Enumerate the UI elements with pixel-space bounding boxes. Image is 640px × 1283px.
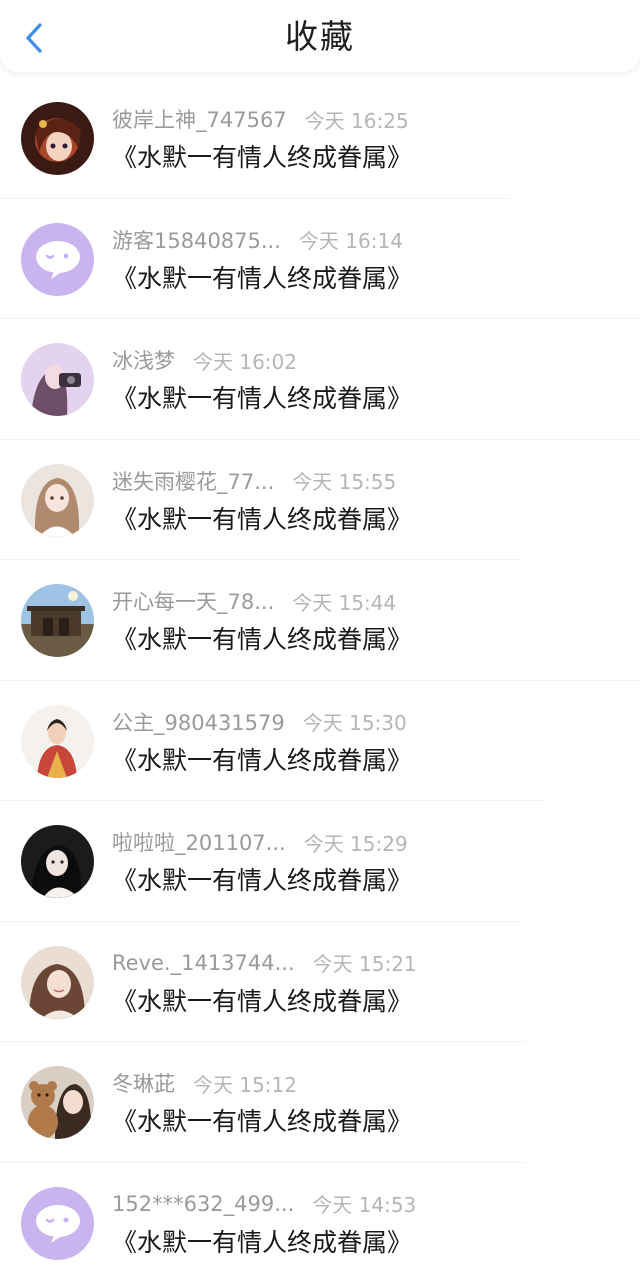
timestamp: 今天 16:14 (299, 225, 403, 254)
user-avatar[interactable] (21, 1066, 94, 1139)
favorites-list: 彼岸上神_747567 今天 16:25 《水默一有情人终成眷属》 游客1584… (0, 78, 640, 1283)
item-meta: Reve._1413744... 今天 15:21 (112, 948, 417, 978)
user-avatar[interactable] (21, 946, 94, 1019)
list-item[interactable]: 冰浅梦 今天 16:02 《水默一有情人终成眷属》 (0, 319, 640, 440)
list-item[interactable]: 彼岸上神_747567 今天 16:25 《水默一有情人终成眷属》 (0, 78, 640, 199)
user-name[interactable]: 彼岸上神_747567 (112, 104, 287, 134)
item-meta: 彼岸上神_747567 今天 16:25 (112, 104, 409, 134)
user-avatar[interactable] (21, 1187, 94, 1260)
item-meta: 公主_980431579 今天 15:30 (112, 707, 407, 737)
favorite-title[interactable]: 《水默一有情人终成眷属》 (112, 261, 412, 297)
favorite-title[interactable]: 《水默一有情人终成眷属》 (112, 140, 412, 176)
user-avatar[interactable] (21, 705, 94, 778)
list-item[interactable]: 啦啦啦_201107... 今天 15:29 《水默一有情人终成眷属》 (0, 801, 640, 922)
item-meta: 迷失雨樱花_77... 今天 15:55 (112, 466, 396, 496)
user-avatar[interactable] (21, 825, 94, 898)
user-avatar[interactable] (21, 584, 94, 657)
item-meta: 冰浅梦 今天 16:02 (112, 345, 297, 375)
favorite-title[interactable]: 《水默一有情人终成眷属》 (112, 984, 412, 1020)
item-meta: 开心每一天_78... 今天 15:44 (112, 586, 396, 616)
user-name[interactable]: 152***632_499... (112, 1192, 294, 1216)
item-meta: 冬琳茈 今天 15:12 (112, 1068, 297, 1098)
user-name[interactable]: Reve._1413744... (112, 951, 295, 975)
timestamp: 今天 15:55 (292, 466, 396, 495)
timestamp: 今天 15:44 (292, 587, 396, 616)
user-name[interactable]: 开心每一天_78... (112, 586, 274, 616)
favorite-title[interactable]: 《水默一有情人终成眷属》 (112, 1104, 412, 1140)
timestamp: 今天 15:30 (303, 707, 407, 736)
user-name[interactable]: 公主_980431579 (112, 707, 285, 737)
favorite-title[interactable]: 《水默一有情人终成眷属》 (112, 502, 412, 538)
favorite-title[interactable]: 《水默一有情人终成眷属》 (112, 743, 412, 779)
timestamp: 今天 16:25 (305, 105, 409, 134)
user-name[interactable]: 啦啦啦_201107... (112, 827, 286, 857)
page-title: 收藏 (0, 14, 640, 60)
timestamp: 今天 15:29 (304, 828, 408, 857)
favorite-title[interactable]: 《水默一有情人终成眷属》 (112, 622, 412, 658)
user-name[interactable]: 冬琳茈 (112, 1068, 175, 1098)
user-avatar[interactable] (21, 102, 94, 175)
timestamp: 今天 14:53 (312, 1189, 416, 1218)
user-name[interactable]: 冰浅梦 (112, 345, 175, 375)
favorite-title[interactable]: 《水默一有情人终成眷属》 (112, 863, 412, 899)
user-avatar[interactable] (21, 223, 94, 296)
item-meta: 啦啦啦_201107... 今天 15:29 (112, 827, 408, 857)
item-meta: 152***632_499... 今天 14:53 (112, 1189, 416, 1219)
favorite-title[interactable]: 《水默一有情人终成眷属》 (112, 1225, 412, 1261)
list-item[interactable]: 游客15840875... 今天 16:14 《水默一有情人终成眷属》 (0, 199, 640, 320)
list-item[interactable]: 迷失雨樱花_77... 今天 15:55 《水默一有情人终成眷属》 (0, 440, 640, 561)
user-avatar[interactable] (21, 343, 94, 416)
timestamp: 今天 15:12 (193, 1069, 297, 1098)
user-name[interactable]: 迷失雨樱花_77... (112, 466, 274, 496)
list-item[interactable]: 公主_980431579 今天 15:30 《水默一有情人终成眷属》 (0, 681, 640, 802)
timestamp: 今天 15:21 (313, 948, 417, 977)
user-avatar[interactable] (21, 464, 94, 537)
favorite-title[interactable]: 《水默一有情人终成眷属》 (112, 381, 412, 417)
list-item[interactable]: 152***632_499... 今天 14:53 《水默一有情人终成眷属》 (0, 1163, 640, 1283)
list-item[interactable]: 冬琳茈 今天 15:12 《水默一有情人终成眷属》 (0, 1042, 640, 1163)
item-meta: 游客15840875... 今天 16:14 (112, 225, 403, 255)
list-item[interactable]: 开心每一天_78... 今天 15:44 《水默一有情人终成眷属》 (0, 560, 640, 681)
list-item[interactable]: Reve._1413744... 今天 15:21 《水默一有情人终成眷属》 (0, 922, 640, 1043)
timestamp: 今天 16:02 (193, 346, 297, 375)
user-name[interactable]: 游客15840875... (112, 225, 281, 255)
top-bar: 收藏 (0, 0, 640, 72)
